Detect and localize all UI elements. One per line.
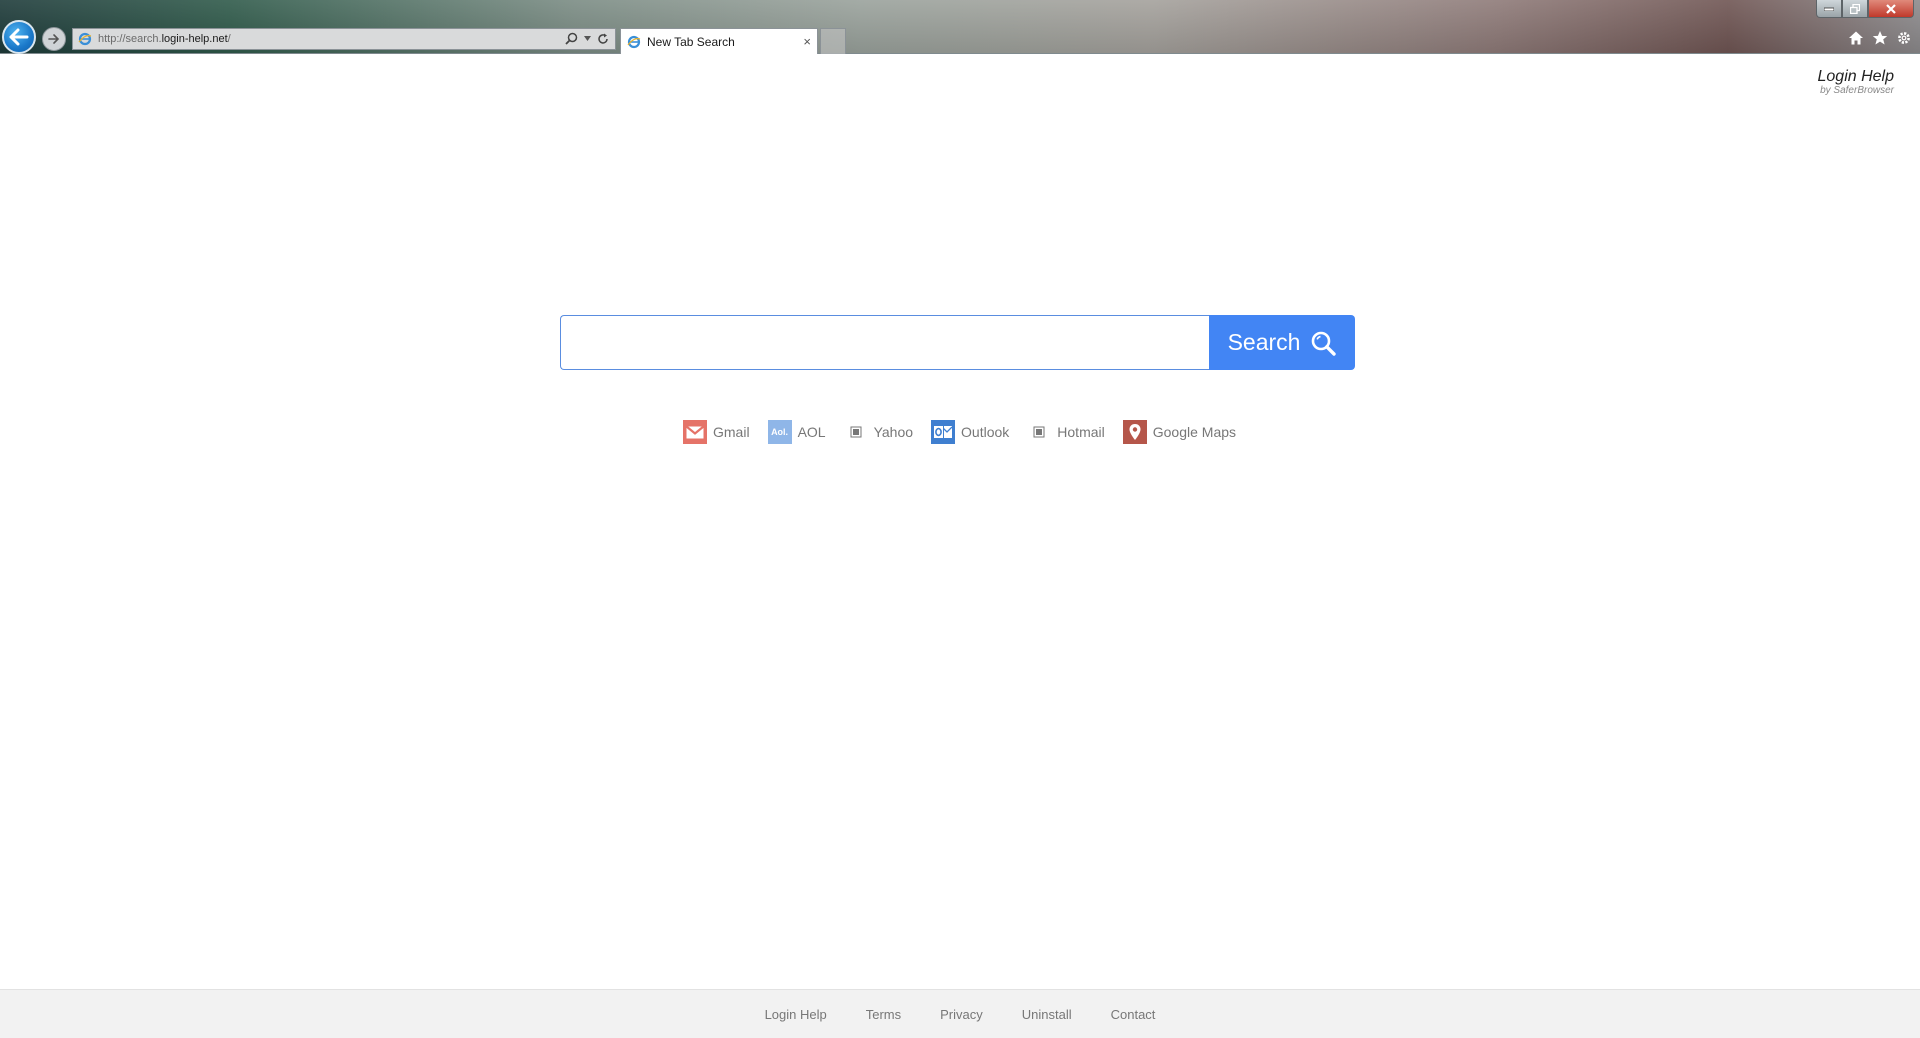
google-maps-icon [1122,420,1147,444]
dropdown-arrow-icon[interactable] [584,36,591,41]
brand-subtitle: by SaferBrowser [1820,85,1894,96]
gmail-icon [683,420,707,444]
close-tab-icon[interactable]: × [803,34,811,49]
address-url: http://search.login-help.net/ [98,33,231,45]
quicklink-aol[interactable]: Aol. AOL [767,420,826,444]
restore-button[interactable] [1842,0,1868,18]
magnifier-icon [1312,331,1337,356]
search-input[interactable] [560,315,1209,370]
tab-new-tab-search[interactable]: New Tab Search × [620,28,818,54]
search-icon[interactable] [565,32,578,45]
yahoo-icon [844,420,868,444]
search-button[interactable]: Search [1209,315,1355,370]
arrow-right-icon [48,34,60,44]
footer-link-contact[interactable]: Contact [1111,1007,1156,1022]
footer-link-uninstall[interactable]: Uninstall [1022,1007,1072,1022]
footer-link-terms[interactable]: Terms [866,1007,901,1022]
new-tab-button[interactable] [820,28,846,54]
forward-button[interactable] [42,27,66,51]
minimize-button[interactable] [1816,0,1842,18]
quicklink-gmail[interactable]: Gmail [683,420,750,444]
quicklink-yahoo[interactable]: Yahoo [844,420,913,444]
browser-toolbar: http://search.login-help.net/ New Tab Se… [0,0,1920,54]
favorites-star-icon[interactable] [1872,30,1888,46]
aol-icon: Aol. [767,420,792,444]
address-bar[interactable]: http://search.login-help.net/ [72,28,616,50]
search-button-label: Search [1227,329,1301,355]
quicklink-label: Yahoo [873,424,914,440]
back-button[interactable] [2,20,36,54]
quicklinks: Gmail Aol. AOL Yahoo Outlook Hotmail Goo… [683,420,1236,444]
close-window-button[interactable] [1868,0,1914,18]
footer-link-login-help[interactable]: Login Help [765,1007,827,1022]
aol-icon-text: Aol. [771,427,789,437]
close-icon [1886,3,1896,14]
restore-icon [1850,3,1860,14]
quicklink-outlook[interactable]: Outlook [931,420,1009,444]
quicklink-google-maps[interactable]: Google Maps [1122,420,1237,444]
search-form: Search [560,315,1355,370]
arrow-left-icon [9,28,29,46]
quicklink-label: Hotmail [1057,424,1105,440]
brand-logo: Login Help by SaferBrowser [1818,68,1895,96]
quicklink-label: Google Maps [1152,424,1237,440]
quicklink-label: Gmail [713,424,750,440]
refresh-icon[interactable] [597,33,609,45]
quicklink-hotmail[interactable]: Hotmail [1027,420,1105,444]
home-icon[interactable] [1848,30,1864,46]
minimize-icon [1824,7,1834,11]
gear-icon[interactable] [1896,30,1912,46]
footer-link-privacy[interactable]: Privacy [940,1007,983,1022]
quicklink-label: Outlook [961,424,1010,440]
brand-name: Login Help [1817,68,1895,85]
footer: Login Help Terms Privacy Uninstall Conta… [0,989,1920,1038]
ie-icon [78,32,92,46]
outlook-icon [931,420,956,444]
tab-title: New Tab Search [647,34,735,49]
quicklink-label: AOL [797,424,826,440]
hotmail-icon [1027,420,1051,444]
ie-icon [627,35,641,48]
